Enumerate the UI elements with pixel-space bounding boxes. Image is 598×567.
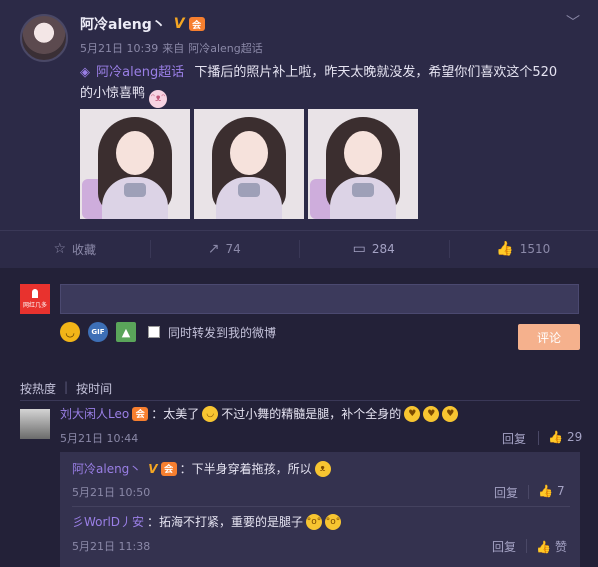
- author-name[interactable]: 阿冷aleng丶: [80, 14, 166, 34]
- comment-icon: ▭: [352, 241, 366, 257]
- reply-button[interactable]: 回复: [502, 430, 526, 447]
- scared-emoji-icon: °o°: [306, 513, 323, 530]
- bunny-emoji-icon: ᵔᴥᵔ: [149, 90, 168, 108]
- comment-line: 刘大闲人Leo 会 ：太美了 ◡ 不过小舞的精髓是腿，补个全身的 ♥ ♥ ♥: [60, 405, 459, 422]
- chevron-down-icon[interactable]: ﹀: [566, 12, 580, 32]
- reply-button[interactable]: 回复: [492, 538, 516, 555]
- sort-divider: [20, 400, 580, 401]
- sort-separator: |: [64, 380, 69, 394]
- photo-bow: [238, 183, 260, 197]
- member-badge-icon[interactable]: 会: [188, 17, 205, 31]
- reply-like-label: 赞: [554, 540, 567, 554]
- photo-thumbnail[interactable]: [308, 109, 418, 219]
- reply-button[interactable]: 回复: [494, 484, 518, 501]
- repost-button[interactable]: ↗ 74: [149, 232, 300, 266]
- verified-badge: V: [148, 461, 158, 476]
- comment-like-count: 29: [566, 430, 583, 444]
- photo-face: [344, 131, 382, 175]
- post-body: ◈ 阿冷aleng超话 下播后的照片补上啦，昨天太晚就没发，希望你们喜欢这个52…: [80, 62, 570, 108]
- action-bar: ☆ 收藏 ↗ 74 ▭ 284 👍 1510: [0, 232, 598, 266]
- reply-like-button[interactable]: 👍 7: [538, 484, 565, 498]
- tab-time[interactable]: 按时间: [76, 380, 112, 397]
- post-meta: 5月21日 10:39 来自 阿冷aleng超话: [80, 40, 263, 56]
- topic-link[interactable]: 阿冷aleng超话: [96, 65, 184, 80]
- member-badge-icon: 会: [160, 461, 177, 476]
- comment-text: ：太美了: [151, 407, 200, 421]
- laugh-emoji-icon: ◡: [202, 405, 219, 422]
- post-time[interactable]: 5月21日 10:39: [80, 40, 158, 56]
- comment-like-button[interactable]: 👍 29: [548, 430, 582, 444]
- reply-text: ：下半身穿着拖孩，所以: [179, 462, 312, 476]
- reply-like-count: 7: [556, 484, 565, 498]
- scared-emoji-icon: °o°: [325, 513, 342, 530]
- photo-thumbnail[interactable]: [194, 109, 304, 219]
- photo-face: [116, 131, 154, 175]
- author-avatar[interactable]: [20, 14, 68, 62]
- photo-bow: [124, 183, 146, 197]
- separator: [526, 539, 527, 553]
- submit-comment-button[interactable]: 评论: [518, 324, 580, 350]
- like-button[interactable]: 👍 1510: [448, 232, 598, 266]
- dog-emoji-icon: ᴥ: [314, 460, 331, 477]
- favorite-label: 收藏: [72, 242, 97, 257]
- photo-thumbnail[interactable]: [80, 109, 190, 219]
- favorite-button[interactable]: ☆ 收藏: [0, 232, 150, 266]
- verified-badge[interactable]: V: [174, 16, 185, 32]
- separator: [528, 485, 529, 499]
- author-row: 阿冷aleng丶 V 会: [80, 14, 205, 34]
- image-icon[interactable]: ▲: [116, 322, 136, 342]
- heart-eyes-emoji-icon: ♥: [423, 405, 440, 422]
- share-icon: ↗: [207, 241, 220, 257]
- reply-line: 彡WorlD丿安 ：拓海不打紧，重要的是腿子 °o° °o°: [72, 513, 342, 530]
- emoji-icon[interactable]: ◡: [60, 322, 80, 342]
- reply-time: 5月21日 10:50: [72, 486, 151, 499]
- post-source-prefix: 来自: [162, 42, 185, 55]
- sort-tabs: 按热度 | 按时间: [20, 380, 112, 397]
- reply-user[interactable]: 彡WorlD丿安: [72, 513, 144, 530]
- reply-text: ：拓海不打紧，重要的是腿子: [147, 515, 304, 529]
- commenter-avatar[interactable]: [20, 409, 50, 439]
- photo-bow: [352, 183, 374, 197]
- member-badge-icon: 会: [132, 406, 149, 421]
- comment-user[interactable]: 刘大闲人Leo: [60, 405, 129, 422]
- thumbs-up-icon: 👍: [496, 241, 514, 257]
- thumbs-up-icon: 👍: [538, 484, 553, 498]
- forward-checkbox[interactable]: [148, 326, 160, 338]
- thumbs-up-icon: 👍: [536, 539, 551, 554]
- compose-tools: ◡ GIF ▲ 同时转发到我的微博: [60, 322, 276, 342]
- supertopic-icon[interactable]: ◈: [80, 65, 90, 80]
- reply-divider: [72, 506, 570, 507]
- post-source[interactable]: 阿冷aleng超话: [188, 40, 263, 56]
- thumbs-up-icon: 👍: [548, 430, 563, 444]
- comment-count: 284: [371, 242, 395, 256]
- action-divider: [0, 230, 598, 231]
- reply-like-button[interactable]: 👍 赞: [536, 538, 567, 555]
- heart-eyes-emoji-icon: ♥: [404, 405, 421, 422]
- reply-line: 阿冷aleng丶 V 会 ：下半身穿着拖孩，所以 ᴥ: [72, 460, 331, 477]
- comment-button[interactable]: ▭ 284: [299, 232, 449, 266]
- comment-input[interactable]: [60, 284, 579, 314]
- photo-grid: [80, 109, 418, 219]
- separator: [538, 431, 539, 445]
- photo-face: [230, 131, 268, 175]
- comment-time: 5月21日 10:44: [60, 432, 139, 445]
- like-count: 1510: [519, 242, 551, 256]
- weibo-post-card: 阿冷aleng丶 V 会 ﹀ 5月21日 10:39 来自 阿冷aleng超话 …: [0, 0, 598, 567]
- comment-text-2: 不过小舞的精髓是腿，补个全身的: [221, 407, 402, 421]
- repost-count: 74: [225, 242, 241, 256]
- reply-user[interactable]: 阿冷aleng丶: [72, 460, 141, 477]
- heart-eyes-emoji-icon: ♥: [442, 405, 459, 422]
- tab-hot[interactable]: 按热度: [20, 380, 56, 397]
- my-avatar: 网红几多: [20, 284, 50, 314]
- gif-icon[interactable]: GIF: [88, 322, 108, 342]
- reply-time: 5月21日 11:38: [72, 540, 151, 553]
- star-icon: ☆: [53, 241, 67, 257]
- forward-label: 同时转发到我的微博: [168, 325, 277, 340]
